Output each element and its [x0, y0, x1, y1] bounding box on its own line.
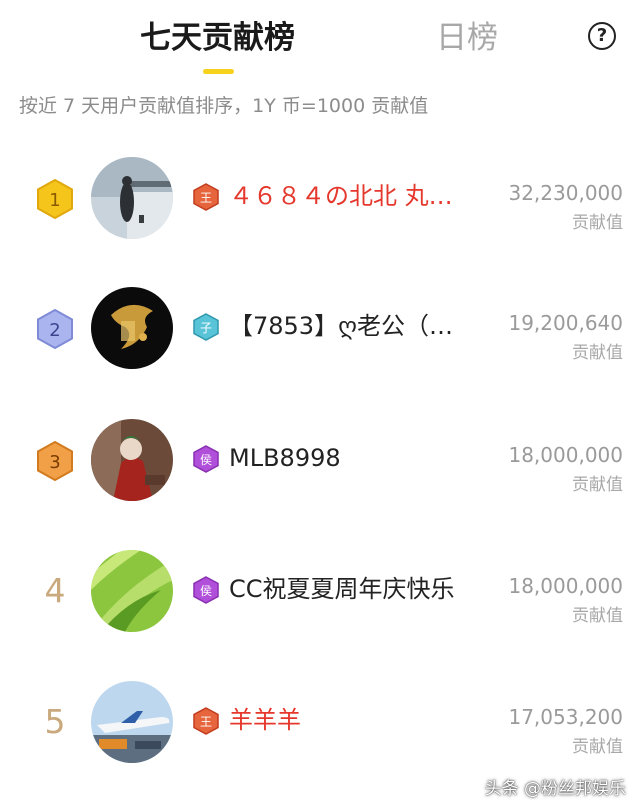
ranking-row[interactable]: 2 子 【7853】ღ老公（… 19,200,640 贡献值 — [0, 285, 640, 371]
rank-medal-gold: 1 — [36, 179, 74, 219]
score-unit-label: 贡献值 — [572, 213, 623, 233]
watermark: 头条 @粉丝邦娱乐 — [484, 779, 626, 799]
svg-text:1: 1 — [49, 190, 60, 211]
svg-text:子: 子 — [200, 321, 212, 335]
ranking-row[interactable]: 3 侯 MLB8998 18,000,000 贡献值 — [0, 417, 640, 503]
badge-icon-zi: 子 — [193, 313, 219, 341]
ranking-row[interactable]: 5 王 羊羊羊 17,053,200 贡献值 — [0, 679, 640, 765]
badge-icon-hou: 侯 — [193, 445, 219, 473]
user-name[interactable]: CC祝夏夏周年庆快乐 — [229, 570, 484, 608]
contribution-score: 19,200,640 — [508, 311, 623, 335]
svg-text:侯: 侯 — [200, 584, 212, 598]
avatar[interactable] — [91, 157, 173, 239]
ranking-description: 按近 7 天用户贡献值排序，1Y 币=1000 贡献值 — [19, 95, 429, 117]
rank-medal-silver: 2 — [36, 309, 74, 349]
rank-number: 4 — [44, 571, 66, 610]
score-unit-label: 贡献值 — [572, 475, 623, 495]
svg-text:3: 3 — [49, 452, 60, 473]
rank-number: 5 — [44, 702, 66, 741]
tab-bar: 七天贡献榜 日榜 ? — [0, 0, 640, 90]
user-name[interactable]: 羊羊羊 — [229, 701, 484, 739]
active-tab-indicator — [203, 69, 234, 74]
user-name[interactable]: 【7853】ღ老公（… — [229, 307, 484, 345]
contribution-score: 17,053,200 — [508, 705, 623, 729]
avatar[interactable] — [91, 419, 173, 501]
ranking-row[interactable]: 4 侯 CC祝夏夏周年庆快乐 18,000,000 贡献值 — [0, 548, 640, 634]
contribution-score: 18,000,000 — [508, 574, 623, 598]
tab-seven-day[interactable]: 七天贡献榜 — [140, 16, 295, 60]
tab-daily[interactable]: 日榜 — [436, 16, 498, 60]
contribution-score: 18,000,000 — [508, 443, 623, 467]
score-unit-label: 贡献值 — [572, 737, 623, 757]
svg-text:王: 王 — [200, 715, 212, 729]
rank-medal-bronze: 3 — [36, 441, 74, 481]
svg-text:2: 2 — [49, 320, 60, 341]
badge-icon-wang: 王 — [193, 707, 219, 735]
user-name[interactable]: MLB8998 — [229, 439, 484, 477]
score-unit-label: 贡献值 — [572, 343, 623, 363]
help-icon[interactable]: ? — [588, 22, 616, 50]
user-name[interactable]: ４６８４の北北 丸… — [229, 177, 484, 215]
avatar[interactable] — [91, 550, 173, 632]
badge-icon-hou: 侯 — [193, 576, 219, 604]
svg-text:侯: 侯 — [200, 453, 212, 467]
badge-icon-wang: 王 — [193, 183, 219, 211]
svg-text:王: 王 — [200, 191, 212, 205]
contribution-score: 32,230,000 — [508, 181, 623, 205]
avatar[interactable] — [91, 287, 173, 369]
avatar[interactable] — [91, 681, 173, 763]
ranking-row[interactable]: 1 王 ４６８４の北北 丸… 32,230,000 贡献值 — [0, 155, 640, 241]
score-unit-label: 贡献值 — [572, 606, 623, 626]
